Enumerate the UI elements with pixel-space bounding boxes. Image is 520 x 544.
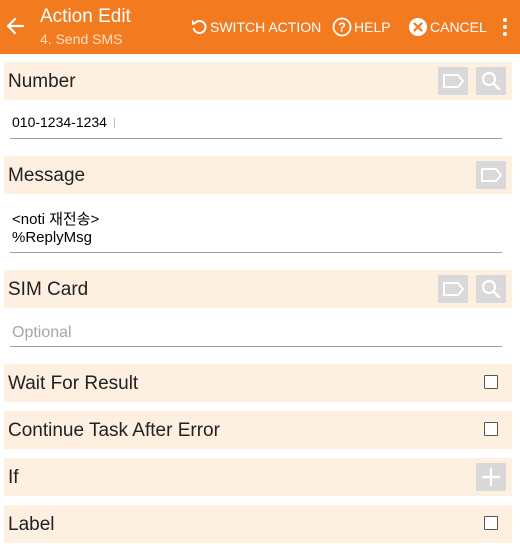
continue-task-after-error-checkbox[interactable] bbox=[484, 422, 498, 436]
number-variable-button[interactable] bbox=[438, 67, 468, 95]
search-icon bbox=[481, 279, 501, 299]
search-icon bbox=[481, 71, 501, 91]
number-field[interactable]: 010-1234-1234 bbox=[10, 108, 502, 139]
tag-icon bbox=[443, 74, 464, 88]
switch-action-button[interactable]: SWITCH ACTION bbox=[190, 16, 321, 38]
label-row-label: Label bbox=[8, 514, 55, 535]
plus-icon bbox=[481, 467, 501, 487]
wait-for-result-row[interactable]: Wait For Result bbox=[4, 364, 512, 402]
message-variable-button[interactable] bbox=[476, 161, 506, 189]
text-cursor bbox=[114, 118, 115, 128]
back-arrow-icon[interactable] bbox=[4, 14, 26, 38]
number-search-button[interactable] bbox=[476, 67, 506, 95]
help-icon: ? bbox=[332, 17, 352, 37]
continue-task-after-error-row[interactable]: Continue Task After Error bbox=[4, 411, 512, 449]
message-label: Message bbox=[8, 165, 86, 186]
sim-card-search-button[interactable] bbox=[476, 275, 506, 303]
page-subtitle: 4. Send SMS bbox=[40, 31, 123, 47]
number-value: 010-1234-1234 bbox=[12, 114, 107, 130]
sim-card-variable-button[interactable] bbox=[438, 275, 468, 303]
cancel-label: CANCEL bbox=[430, 19, 487, 35]
sim-card-placeholder: Optional bbox=[12, 324, 72, 341]
cancel-icon bbox=[409, 18, 427, 36]
help-button[interactable]: ? HELP bbox=[332, 16, 391, 38]
app-bar: Action Edit 4. Send SMS SWITCH ACTION ? … bbox=[0, 0, 520, 54]
app-bar-titles: Action Edit 4. Send SMS bbox=[40, 6, 131, 48]
switch-action-label: SWITCH ACTION bbox=[210, 19, 322, 35]
sim-card-field[interactable]: Optional bbox=[10, 318, 502, 347]
cancel-button[interactable]: CANCEL bbox=[408, 16, 487, 38]
message-line-1: <noti 재전송> bbox=[12, 211, 100, 228]
number-label: Number bbox=[8, 71, 76, 92]
tag-icon bbox=[443, 282, 464, 296]
wait-for-result-checkbox[interactable] bbox=[484, 375, 498, 389]
overflow-menu-icon[interactable] bbox=[498, 15, 512, 39]
label-checkbox[interactable] bbox=[484, 516, 498, 530]
rotate-icon bbox=[192, 20, 207, 34]
label-row[interactable]: Label bbox=[4, 505, 512, 543]
help-label: HELP bbox=[354, 19, 391, 35]
sim-card-label: SIM Card bbox=[8, 279, 89, 300]
wait-for-result-label: Wait For Result bbox=[8, 373, 139, 394]
message-line-2: %ReplyMsg bbox=[12, 229, 93, 246]
sim-card-header: SIM Card bbox=[4, 270, 512, 308]
if-row: If bbox=[4, 458, 512, 496]
svg-text:?: ? bbox=[338, 20, 346, 35]
number-header: Number bbox=[4, 62, 512, 100]
tag-icon bbox=[481, 168, 502, 182]
if-add-button[interactable] bbox=[476, 463, 506, 491]
message-header: Message bbox=[4, 156, 512, 194]
page-title: Action Edit bbox=[40, 6, 131, 27]
message-field[interactable]: <noti 재전송> %ReplyMsg bbox=[10, 206, 502, 253]
continue-task-after-error-label: Continue Task After Error bbox=[8, 420, 220, 441]
if-label: If bbox=[8, 467, 19, 488]
